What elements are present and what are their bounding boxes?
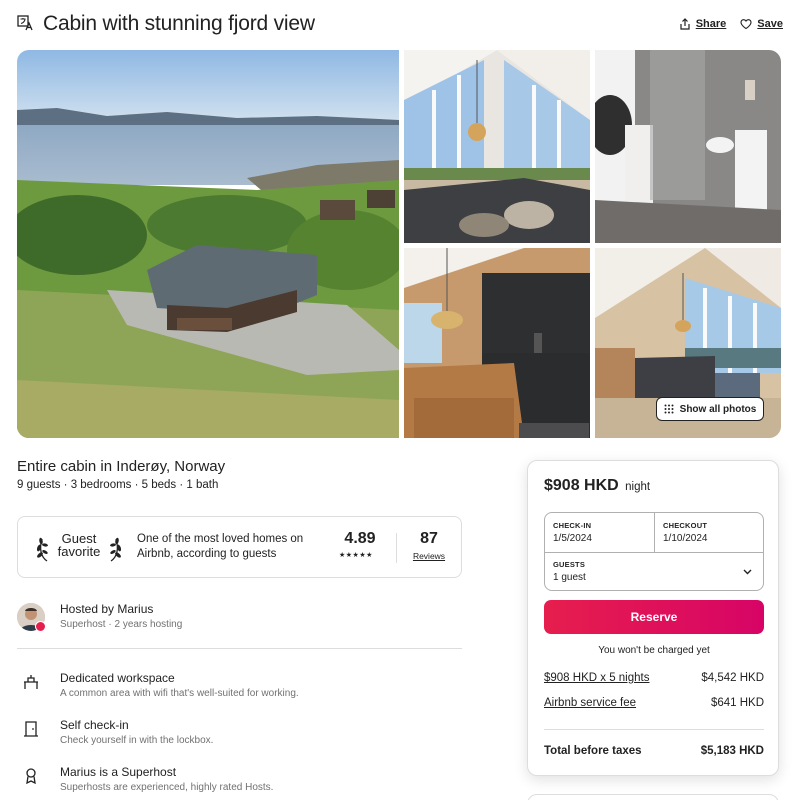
amenity-title: Dedicated workspace [60, 671, 175, 685]
save-button[interactable]: Save [740, 18, 783, 30]
guest-favorite-line2: favorite [57, 544, 101, 559]
living-room-photo[interactable] [404, 50, 590, 243]
save-label: Save [757, 18, 783, 30]
nights-cost-value: $4,542 HKD [701, 672, 764, 684]
host-subtitle: Superhost · 2 years hosting [60, 619, 183, 630]
rating-divider [396, 533, 397, 563]
guest-favorite-label: Guest favorite [52, 532, 106, 558]
title-actions: Share Save [679, 18, 783, 30]
laurel-left-icon [36, 537, 48, 562]
amenity-title: Marius is a Superhost [60, 765, 177, 779]
amenity-self-checkin: Self check-in Check yourself in with the… [17, 718, 462, 752]
share-label: Share [695, 18, 727, 30]
checkout-value: 1/10/2024 [663, 533, 708, 544]
amenity-subtitle: Superhosts are experienced, highly rated… [60, 782, 274, 793]
bathroom-photo[interactable] [595, 50, 781, 243]
reviews-count[interactable]: 87 [410, 530, 448, 548]
total-label: Total before taxes [544, 745, 642, 757]
guests-label: GUESTS [553, 560, 586, 569]
grid-dots-icon [664, 404, 674, 414]
service-fee-value: $641 HKD [710, 697, 764, 709]
main-photo[interactable] [17, 50, 399, 438]
host-name: Hosted by Marius [60, 602, 154, 616]
heart-icon [740, 19, 752, 30]
nights-cost-row: $908 HKD x 5 nights $4,542 HKD [544, 672, 764, 684]
host-row: Hosted by Marius Superhost · 2 years hos… [17, 601, 462, 635]
workspace-icon [24, 675, 38, 689]
guest-favorite-card: Guest favorite One of the most loved hom… [17, 516, 462, 578]
secondary-card [527, 794, 779, 800]
checkout-label: CHECKOUT [663, 521, 708, 530]
price-line: $908 HKD night [544, 477, 650, 495]
rating-value: 4.89 [344, 530, 376, 547]
service-fee-label[interactable]: Airbnb service fee [544, 697, 636, 709]
checkin-value: 1/5/2024 [553, 533, 592, 544]
nightly-price: $908 HKD [544, 477, 619, 494]
guests-field[interactable]: GUESTS 1 guest [545, 553, 765, 592]
page-title: Cabin with stunning fjord view [43, 12, 315, 35]
amenity-subtitle: Check yourself in with the lockbox. [60, 735, 214, 746]
section-divider [17, 648, 462, 649]
no-charge-note: You won't be charged yet [598, 645, 710, 656]
superhost-badge-icon [35, 621, 46, 632]
listing-type: Entire cabin in Inderøy, Norway [17, 458, 226, 475]
medal-icon [26, 768, 36, 785]
amenity-subtitle: A common area with wifi that's well-suit… [60, 688, 299, 699]
checkout-field[interactable]: CHECKOUT 1/10/2024 [655, 513, 765, 552]
share-button[interactable]: Share [679, 18, 727, 30]
total-value: $5,183 HKD [700, 745, 764, 757]
photo-gallery [17, 50, 781, 438]
rating-stars: ★★★★★ [339, 552, 373, 559]
price-unit: night [625, 481, 651, 493]
listing-facts: 9 guests · 3 bedrooms · 5 beds · 1 bath [17, 479, 219, 491]
date-guest-picker: CHECK-IN 1/5/2024 CHECKOUT 1/10/2024 GUE… [544, 512, 764, 591]
amenity-title: Self check-in [60, 718, 129, 732]
checkin-label: CHECK-IN [553, 521, 592, 530]
guest-favorite-description: One of the most loved homes on Airbnb, a… [137, 533, 304, 560]
title-row: Cabin with stunning fjord view Share Sav… [17, 10, 783, 38]
kitchen-photo[interactable] [404, 248, 590, 438]
show-all-photos-button[interactable]: Show all photos [656, 397, 764, 421]
chevron-down-icon[interactable] [742, 566, 753, 577]
show-all-label: Show all photos [679, 403, 757, 415]
share-icon [680, 18, 690, 30]
translate-icon[interactable] [17, 15, 35, 33]
door-icon [24, 721, 38, 737]
total-divider [544, 729, 764, 730]
checkin-field[interactable]: CHECK-IN 1/5/2024 [545, 513, 654, 552]
booking-card: $908 HKD night CHECK-IN 1/5/2024 CHECKOU… [527, 460, 779, 776]
service-fee-row: Airbnb service fee $641 HKD [544, 697, 764, 709]
reserve-button[interactable]: Reserve [544, 600, 764, 634]
amenity-workspace: Dedicated workspace A common area with w… [17, 671, 462, 705]
reviews-link[interactable]: Reviews [410, 551, 448, 561]
guests-value: 1 guest [553, 572, 586, 583]
laurel-right-icon [110, 537, 122, 562]
nights-cost-label[interactable]: $908 HKD x 5 nights [544, 672, 649, 684]
amenity-superhost: Marius is a Superhost Superhosts are exp… [17, 765, 462, 799]
total-row: Total before taxes $5,183 HKD [544, 745, 764, 757]
